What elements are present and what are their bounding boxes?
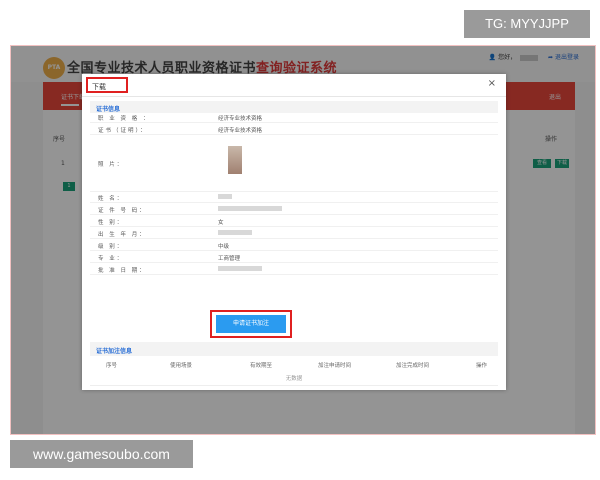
field-label: 批 准 日 期： (98, 268, 147, 274)
info-row: 出 生 年 月： (90, 228, 498, 239)
field-label: 专 业： (98, 256, 125, 262)
field-label: 职 业 资 格 ： (98, 116, 151, 122)
field-value-redacted (218, 206, 282, 212)
field-value-redacted (218, 266, 262, 272)
col-header: 加注申请时间 (318, 363, 352, 369)
apply-highlight-box (210, 310, 292, 338)
col-header: 操作 (476, 363, 488, 369)
field-label: 照 片： (98, 162, 125, 168)
col-header: 使用场景 (170, 363, 193, 369)
col-header: 加注完成时间 (396, 363, 430, 369)
field-label: 姓 名： (98, 196, 125, 202)
info-row: 职 业 资 格 ： 经济专业技术资格 (90, 112, 498, 123)
field-label: 证书（证明）： (98, 128, 148, 134)
info-row-photo: 照 片： (90, 136, 498, 192)
field-label: 证 件 号 码： (98, 208, 147, 214)
field-value-redacted (218, 230, 252, 236)
annotation-empty-state: 无数据 (90, 372, 498, 386)
field-value: 经济专业技术资格 (218, 128, 263, 134)
title-highlight-box (86, 77, 128, 93)
info-row: 证书（证明）： 经济专业技术资格 (90, 124, 498, 135)
annotation-section: 证书加注信息 (90, 342, 498, 356)
field-value: 经济专业技术资格 (218, 116, 263, 122)
field-value: 女 (218, 220, 224, 226)
field-label: 级 别： (98, 244, 125, 250)
photo-redacted (228, 146, 242, 174)
col-header: 序号 (106, 363, 118, 369)
screenshot-root: TG: MYYJJPP PTA 全国专业技术人员职业资格证书查询验证系统 👤 您… (0, 0, 600, 480)
info-row: 专 业： 工商管理 (90, 252, 498, 263)
col-header: 有效期至 (250, 363, 273, 369)
field-value-redacted (218, 194, 232, 200)
modal-divider (82, 96, 506, 97)
field-label: 性 别： (98, 220, 125, 226)
watermark-bottom: www.gamesoubo.com (10, 440, 193, 468)
info-row: 姓 名： (90, 192, 498, 203)
close-icon[interactable]: × (488, 78, 496, 89)
annotation-table-header: 序号 使用场景 有效期至 加注申请时间 加注完成时间 操作 (90, 358, 498, 370)
download-modal: 下载 × 证书信息 职 业 资 格 ： 经济专业技术资格 证书（证明）： 经济专… (82, 74, 506, 390)
info-row: 级 别： 中级 (90, 240, 498, 251)
watermark-top: TG: MYYJJPP (464, 10, 590, 38)
field-value: 中级 (218, 244, 230, 250)
info-row: 性 别： 女 (90, 216, 498, 227)
info-row: 证 件 号 码： (90, 204, 498, 215)
field-value: 工商管理 (218, 256, 241, 262)
annotation-title: 证书加注信息 (96, 348, 133, 355)
field-label: 出 生 年 月： (98, 232, 147, 238)
info-row: 批 准 日 期： (90, 264, 498, 275)
